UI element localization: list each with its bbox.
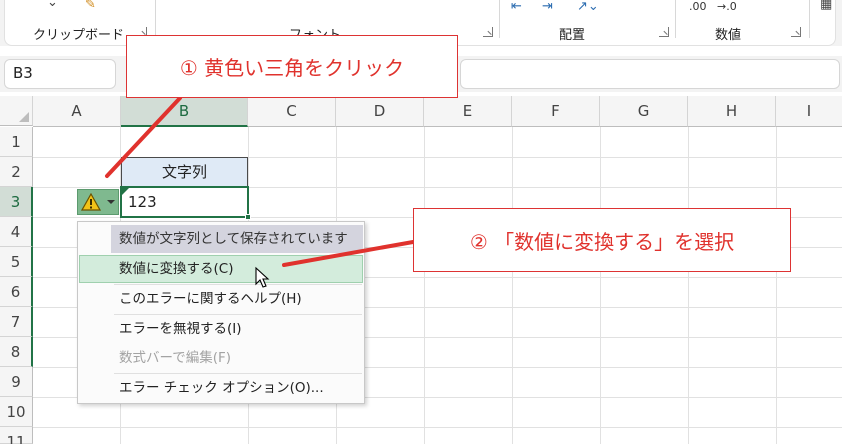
row-header-4[interactable]: 4 [0,217,33,247]
menu-item-convert-to-number[interactable]: 数値に変換する(C) [79,255,363,283]
row-header-6[interactable]: 6 [0,277,33,307]
error-options-button[interactable] [77,189,119,215]
column-header-g[interactable]: G [600,96,688,127]
menu-item-error-checking-options[interactable]: エラー チェック オプション(O)... [79,374,363,402]
ribbon-separator [809,0,810,38]
row-header-7[interactable]: 7 [0,307,33,337]
menu-item-ignore-error[interactable]: エラーを無視する(I) [79,315,363,343]
increase-decimal-icon[interactable]: .00 [689,0,707,14]
decrease-indent-icon[interactable]: ⇤ [511,0,522,14]
column-header-e[interactable]: E [424,96,512,127]
orientation-icon[interactable]: ↗⌄ [577,0,599,14]
ribbon-separator [675,0,676,38]
column-header-i[interactable]: I [776,96,842,127]
styles-icon[interactable]: ▦ [820,0,832,12]
menu-item-help-on-error[interactable]: このエラーに関するヘルプ(H) [79,285,363,313]
row-header-3[interactable]: 3 [0,187,33,217]
row-header-2[interactable]: 2 [0,157,33,187]
number-launcher-icon[interactable] [791,27,801,37]
decrease-decimal-icon[interactable]: →.0 [717,0,737,14]
row-header-11[interactable]: 11 [0,427,33,444]
cell-b3-selected[interactable]: 123 [120,186,251,220]
row-header-8[interactable]: 8 [0,337,33,367]
fill-handle[interactable] [245,214,251,220]
menu-item-edit-in-formula-bar: 数式バーで編集(F) [119,350,231,366]
column-header-h[interactable]: H [688,96,776,127]
font-launcher-icon[interactable] [483,27,493,37]
format-painter-icon[interactable]: ✎ [85,0,96,12]
warning-triangle-icon [81,193,101,211]
name-box[interactable]: B3 [4,59,116,89]
grid-line [33,427,842,428]
column-header-b[interactable]: B [121,96,248,127]
callout-step-2: ② 「数値に変換する」を選択 [413,208,791,272]
cell-b2[interactable]: 文字列 [121,157,248,187]
select-all-corner[interactable] [0,96,33,126]
group-label-alignment: 配置 [559,28,586,43]
ribbon-separator [499,0,500,38]
row-header-9[interactable]: 9 [0,367,33,397]
column-header-f[interactable]: F [512,96,600,127]
column-header-d[interactable]: D [336,96,424,127]
chevron-down-icon [107,200,115,204]
cell-b3-value: 123 [128,193,157,211]
row-header-1[interactable]: 1 [0,127,33,157]
error-indicator-icon [122,188,129,195]
column-header-a[interactable]: A [33,96,121,127]
increase-indent-icon[interactable]: ⇥ [542,0,553,14]
menu-header: 数値が文字列として保存されています [111,225,363,253]
group-label-number: 数値 [715,28,742,43]
row-header-5[interactable]: 5 [0,247,33,277]
error-options-menu: 数値が文字列として保存されています 数値に変換する(C) このエラーに関するヘル… [77,221,365,404]
ribbon-separator [155,0,156,38]
group-label-clipboard: クリップボード [33,28,125,43]
column-header-c[interactable]: C [248,96,336,127]
formula-input[interactable] [460,59,840,89]
alignment-launcher-icon[interactable] [659,27,669,37]
copy-icon[interactable]: ⌄ [47,0,58,10]
callout-step-1: ① 黄色い三角をクリック [126,35,458,98]
row-header-10[interactable]: 10 [0,397,33,427]
